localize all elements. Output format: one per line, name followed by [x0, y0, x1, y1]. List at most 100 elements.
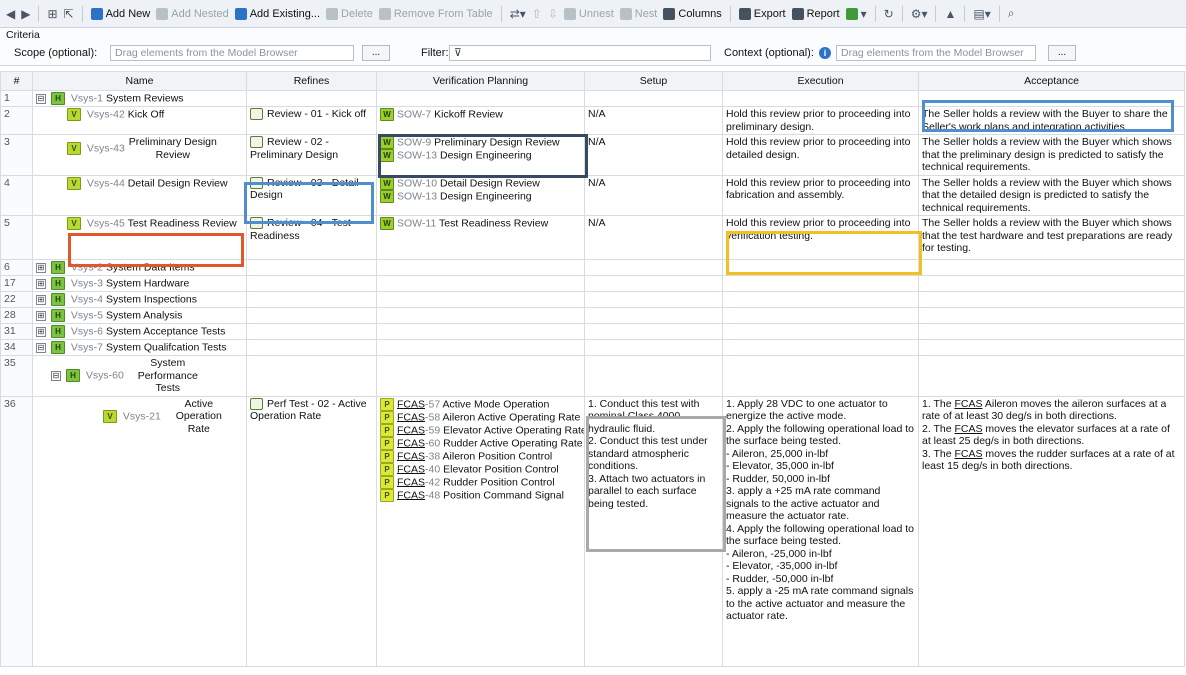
setup-cell[interactable]: N/A [584, 215, 723, 260]
name-cell[interactable]: V Vsys-45 Test Readiness Review [32, 215, 247, 260]
acceptance-cell[interactable] [918, 339, 1185, 356]
expand-toggle-icon[interactable]: ⊞ [36, 326, 46, 337]
table-row[interactable]: 6 ⊞ H Vsys-2 System Data Items [0, 259, 1185, 276]
acceptance-cell[interactable]: The Seller holds a review with the Buyer… [918, 106, 1185, 135]
setup-cell[interactable]: N/A [584, 134, 723, 176]
vp-item[interactable]: P FCAS-59 Elevator Active Operating Rate [380, 423, 584, 437]
name-cell[interactable]: V Vsys-21 Active Operation Rate [32, 395, 247, 667]
report-button[interactable]: Report [791, 7, 840, 20]
collapse-toggle-icon[interactable]: ⊟ [36, 342, 46, 353]
name-cell[interactable]: ⊟ H Vsys-60 System Performance Tests [32, 355, 247, 397]
execution-cell[interactable]: 1. Apply 28 VDC to one actuator to energ… [722, 395, 919, 667]
refines-cell[interactable]: Review - 04 - Test Readiness [246, 215, 377, 260]
table-row[interactable]: 2 V Vsys-42 Kick Off Review - 01 - Kick … [0, 106, 1185, 135]
pointer-icon[interactable]: ⇱ [64, 7, 74, 21]
name-cell[interactable]: ⊞ H Vsys-6 System Acceptance Tests [32, 323, 247, 340]
move-down-icon[interactable]: ⇩ [548, 7, 558, 21]
execution-cell[interactable]: Hold this review prior to proceeding int… [722, 134, 919, 176]
scope-field[interactable]: Drag elements from the Model Browser [110, 45, 354, 61]
execution-cell[interactable] [722, 339, 919, 356]
vp-item[interactable]: P FCAS-58 Aileron Active Operating Rate [380, 410, 581, 424]
setup-cell[interactable] [584, 259, 723, 276]
acceptance-cell[interactable]: The Seller holds a review with the Buyer… [918, 174, 1185, 216]
acceptance-cell[interactable] [918, 323, 1185, 340]
forward-arrow-icon[interactable]: ▶ [21, 7, 30, 21]
table-row[interactable]: 35 ⊟ H Vsys-60 System Performance Tests [0, 355, 1185, 397]
verification-cell[interactable] [376, 307, 585, 324]
setup-cell[interactable] [584, 323, 723, 340]
scope-browse-button[interactable]: ... [362, 45, 390, 61]
execution-cell[interactable] [722, 323, 919, 340]
vp-item[interactable]: W SOW-13 Design Engineering [380, 149, 581, 162]
table-row[interactable]: 17 ⊞ H Vsys-3 System Hardware [0, 275, 1185, 292]
verification-cell[interactable] [376, 90, 585, 107]
context-browse-button[interactable]: ... [1048, 45, 1076, 61]
vp-item[interactable]: P FCAS-60 Rudder Active Operating Rate [380, 436, 583, 450]
execution-cell[interactable] [722, 275, 919, 292]
setup-cell[interactable]: N/A [584, 174, 723, 216]
verification-cell[interactable] [376, 259, 585, 276]
name-cell[interactable]: V Vsys-43 Preliminary Design Review [32, 134, 247, 176]
acceptance-link[interactable]: FCAS [955, 423, 983, 435]
table-row[interactable]: 22 ⊞ H Vsys-4 System Inspections [0, 291, 1185, 308]
vp-item[interactable]: P FCAS-40 Elevator Position Control [380, 462, 581, 476]
hierarchy-icon[interactable]: ⊞ [47, 7, 57, 21]
name-cell[interactable]: ⊞ H Vsys-5 System Analysis [32, 307, 247, 324]
remove-from-table-button[interactable]: Remove From Table [378, 7, 493, 20]
name-cell[interactable]: ⊞ H Vsys-2 System Data Items [32, 259, 247, 276]
col-name-header[interactable]: Name [32, 71, 247, 91]
table-row[interactable]: 34 ⊟ H Vsys-7 System Qualifcation Tests [0, 339, 1185, 356]
acceptance-cell[interactable] [918, 307, 1185, 324]
table-row[interactable]: 36 V Vsys-21 Active Operation Rate Perf … [0, 395, 1185, 667]
verification-cell[interactable] [376, 291, 585, 308]
acceptance-cell[interactable]: The Seller holds a review with the Buyer… [918, 215, 1185, 260]
context-field[interactable]: Drag elements from the Model Browser [836, 45, 1036, 61]
table-row[interactable]: 28 ⊞ H Vsys-5 System Analysis [0, 307, 1185, 324]
refines-cell[interactable] [246, 355, 377, 397]
nest-button[interactable]: Nest [619, 7, 657, 20]
acceptance-cell[interactable]: 1. The FCAS Aileron moves the aileron su… [918, 395, 1185, 667]
acceptance-cell[interactable]: The Seller holds a review with the Buyer… [918, 134, 1185, 176]
acceptance-cell[interactable] [918, 90, 1185, 107]
table-row[interactable]: 5 V Vsys-45 Test Readiness Review Review… [0, 215, 1185, 260]
add-nested-button[interactable]: Add Nested [156, 7, 229, 20]
vp-item[interactable]: W SOW-10 Detail Design Review [380, 176, 581, 190]
add-existing-button[interactable]: Add Existing... [234, 7, 320, 20]
vp-item[interactable]: P FCAS-57 Active Mode Operation [380, 397, 581, 411]
verification-cell[interactable]: P FCAS-57 Active Mode Operation P FCAS-58 … [376, 395, 585, 667]
expand-toggle-icon[interactable]: ⊞ [36, 262, 46, 273]
refines-cell[interactable]: Perf Test - 02 - Active Operation Rate [246, 395, 377, 667]
refines-cell[interactable]: Review - 03 - Detail Design [246, 174, 377, 216]
setup-cell[interactable]: 1. Conduct this test with nominal Class … [584, 395, 723, 667]
setup-cell[interactable]: N/A [584, 106, 723, 135]
vp-item[interactable]: W SOW-11 Test Readiness Review [380, 217, 581, 230]
expand-toggle-icon[interactable]: ⊞ [36, 278, 46, 289]
move-up-icon[interactable]: ⇧ [532, 7, 542, 21]
setup-cell[interactable] [584, 307, 723, 324]
verification-cell[interactable] [376, 323, 585, 340]
export-button[interactable]: Export [738, 7, 786, 20]
setup-cell[interactable] [584, 90, 723, 107]
table-row[interactable]: 3 V Vsys-43 Preliminary Design Review Re… [0, 134, 1185, 176]
table-row[interactable]: 4 V Vsys-44 Detail Design Review Review … [0, 174, 1185, 216]
excel-dropdown[interactable]: ▾ [845, 7, 867, 21]
col-verification-header[interactable]: Verification Planning [376, 71, 585, 91]
refines-cell[interactable] [246, 90, 377, 107]
col-refines-header[interactable]: Refines [246, 71, 377, 91]
info-icon[interactable]: i [819, 47, 831, 59]
collapse-toggle-icon[interactable]: ⊟ [36, 93, 46, 104]
layout-dropdown-icon[interactable]: ▤▾ [973, 7, 990, 21]
execution-cell[interactable]: Hold this review prior to proceeding int… [722, 215, 919, 260]
vp-item[interactable]: P FCAS-38 Aileron Position Control [380, 449, 581, 463]
name-cell[interactable]: ⊞ H Vsys-3 System Hardware [32, 275, 247, 292]
execution-cell[interactable] [722, 355, 919, 397]
col-acceptance-header[interactable]: Acceptance [918, 71, 1185, 91]
col-num-header[interactable]: # [0, 71, 33, 91]
verification-cell[interactable]: W SOW-10 Detail Design Review W SOW-13 Des… [376, 174, 585, 216]
execution-cell[interactable] [722, 291, 919, 308]
refines-cell[interactable] [246, 259, 377, 276]
expand-toggle-icon[interactable]: ⊞ [36, 294, 46, 305]
relation-dropdown-icon[interactable]: ⇄▾ [510, 7, 526, 21]
expand-toggle-icon[interactable]: ⊞ [36, 310, 46, 321]
collapse-up-icon[interactable]: ▲ [944, 7, 956, 21]
